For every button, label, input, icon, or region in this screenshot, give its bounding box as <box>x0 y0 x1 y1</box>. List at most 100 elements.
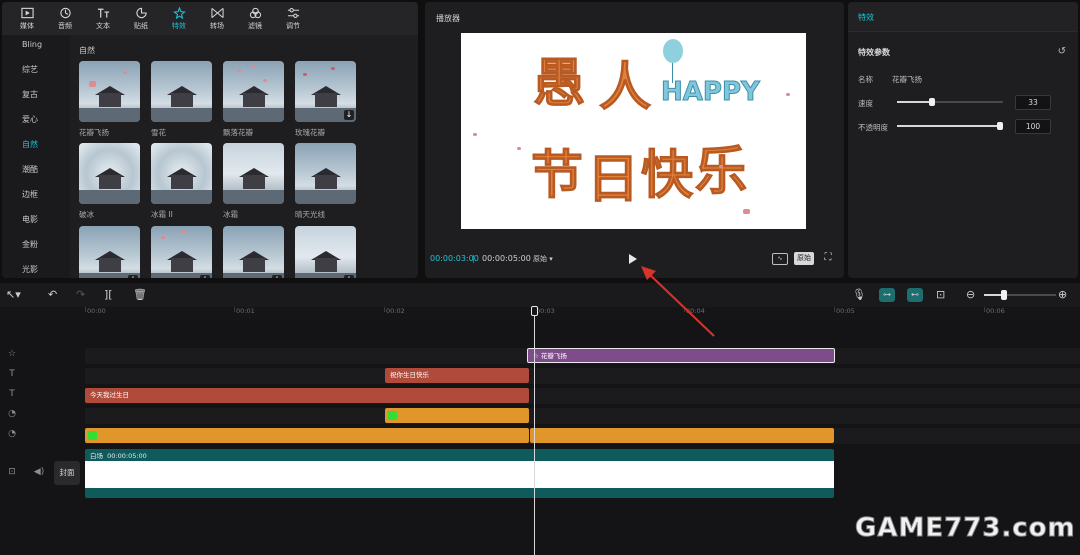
time-ruler[interactable]: 00:00 00:01 00:02 00:03 00:04 00:05 00:0… <box>0 307 1080 321</box>
speed-slider-fill <box>897 101 932 103</box>
text-track <box>85 368 1080 384</box>
opacity-label: 不透明度 <box>858 123 888 132</box>
preview-axis-icon[interactable]: ⊡ <box>936 288 945 302</box>
download-icon[interactable]: ↓ <box>344 275 354 278</box>
subcategory-item[interactable]: 金粉 <box>2 235 70 260</box>
total-time: 00:00:05:00 <box>482 254 531 263</box>
text-icon <box>97 8 109 18</box>
tab-sticker[interactable]: 贴纸 <box>122 2 160 35</box>
microphone-icon[interactable]: 🎙 <box>852 288 866 302</box>
speed-input[interactable]: 33 <box>1015 95 1051 110</box>
tab-filter-label: 滤镜 <box>248 21 262 30</box>
main-clip-frames <box>85 461 834 488</box>
zoom-slider[interactable] <box>984 290 1056 300</box>
effect-tile[interactable]: ↓ <box>223 226 284 278</box>
effect-clip[interactable]: ☆ 花瓣飞扬 <box>527 348 835 363</box>
petal-decoration <box>473 133 477 136</box>
zoom-slider-handle[interactable] <box>1001 290 1007 300</box>
subcategory-item[interactable]: 潮酷 <box>2 160 70 185</box>
opacity-slider[interactable] <box>897 122 1003 130</box>
undo-icon[interactable]: ↶ <box>48 288 57 302</box>
effect-tile[interactable]: 晴天光线 <box>295 143 356 220</box>
sticker-clip[interactable] <box>530 428 834 443</box>
download-icon[interactable]: ↓ <box>272 275 282 278</box>
sticker-clip[interactable] <box>85 428 529 443</box>
fullscreen-icon[interactable]: ⛶ <box>820 252 836 265</box>
effect-thumbnail <box>223 61 284 122</box>
effect-label: 冰霜 <box>223 210 238 219</box>
effect-thumbnail: ↓ <box>295 226 356 278</box>
tab-text[interactable]: 文本 <box>84 2 122 35</box>
reset-icon[interactable]: ↺ <box>1058 46 1066 57</box>
download-icon[interactable]: ↓ <box>200 275 210 278</box>
timeline-toolbar: ↖▾ ↶ ↷ ][ 🗑 🎙 ⊶ ⊷ ⊡ ⊖ ⊕ <box>0 283 1080 307</box>
ruler-label: 00:05 <box>836 307 855 315</box>
opacity-slider-handle[interactable] <box>997 122 1003 130</box>
tab-text-label: 文本 <box>96 21 110 30</box>
snap-icon[interactable]: ⊷ <box>907 288 923 302</box>
playhead[interactable] <box>534 307 535 555</box>
petal-decoration <box>743 209 750 214</box>
subcategory-item[interactable]: 边框 <box>2 185 70 210</box>
delete-icon[interactable]: 🗑 <box>133 288 147 302</box>
tab-adjust[interactable]: 调节 <box>274 2 312 35</box>
sticker-track <box>85 408 1080 424</box>
tab-transition[interactable]: 转场 <box>198 2 236 35</box>
effect-label: 晴天光线 <box>295 210 325 219</box>
ruler-label: 00:02 <box>386 307 405 315</box>
subcategory-item[interactable]: 复古 <box>2 85 70 110</box>
link-icon[interactable]: ⊶ <box>879 288 895 302</box>
ratio-dropdown[interactable]: 原始 ▾ <box>533 254 553 264</box>
playhead-handle[interactable] <box>531 306 538 316</box>
download-icon[interactable]: ↓ <box>128 275 138 278</box>
subcategory-item[interactable]: 爱心 <box>2 110 70 135</box>
tab-effects[interactable]: 特效 <box>160 2 198 35</box>
subcategory-item[interactable]: 光影 <box>2 260 70 278</box>
cover-button[interactable]: 封面 <box>54 461 80 485</box>
zoom-out-icon[interactable]: ⊖ <box>966 288 975 302</box>
play-icon[interactable] <box>628 253 638 265</box>
tab-media[interactable]: 媒体 <box>8 2 46 35</box>
sticker-clip[interactable] <box>385 408 529 423</box>
canvas-char: 快 <box>640 145 693 207</box>
main-video-clip[interactable]: 白场 00:00:05:00 <box>85 449 834 498</box>
tab-filter[interactable]: 滤镜 <box>236 2 274 35</box>
text-clip[interactable]: 祝你生日快乐 <box>385 368 529 383</box>
main-clip-label: 白场 <box>90 452 103 460</box>
speed-slider[interactable] <box>897 98 1003 106</box>
name-label: 名称 <box>858 75 873 84</box>
effect-tile[interactable]: 雪花 <box>151 61 212 138</box>
mute-icon[interactable]: ◀) <box>33 467 45 477</box>
text-clip[interactable]: 今天我过生日 <box>85 388 529 403</box>
preview-canvas[interactable]: 愚 人 节 日 快 乐 HAPPY <box>461 33 806 229</box>
effect-tile[interactable]: ↓ <box>295 226 356 278</box>
subcategory-item-active[interactable]: 自然 <box>2 135 70 160</box>
effect-tile[interactable]: 破冰 <box>79 143 140 220</box>
effect-tile[interactable]: ↓ <box>151 226 212 278</box>
effect-tile[interactable]: 飘落花瓣 <box>223 61 284 138</box>
effect-thumbnail: ↓ <box>223 226 284 278</box>
download-icon[interactable]: ↓ <box>344 110 354 120</box>
subcategory-item[interactable]: 综艺 <box>2 60 70 85</box>
waveform-icon[interactable]: ∿ <box>772 252 788 265</box>
effect-tile[interactable]: ↓ <box>79 226 140 278</box>
tab-audio[interactable]: 音频 <box>46 2 84 35</box>
select-tool-icon[interactable]: ↖▾ <box>6 288 21 302</box>
text-track-icon: T <box>9 389 15 399</box>
original-button[interactable]: 原始 <box>794 252 814 265</box>
effect-tile[interactable]: 花瓣飞扬 <box>79 61 140 138</box>
split-icon[interactable]: ][ <box>104 288 113 302</box>
materials-panel: 媒体 音频 文本 贴纸 特效 转场 滤镜 调节 Bling 综艺 复古 爱心 自… <box>2 2 418 278</box>
opacity-input[interactable]: 100 <box>1015 119 1051 134</box>
effect-tile[interactable]: ↓ 玫瑰花瓣 <box>295 61 356 138</box>
effect-tile[interactable]: 冰霜 II <box>151 143 212 220</box>
redo-icon[interactable]: ↷ <box>76 288 85 302</box>
subcategory-item[interactable]: 电影 <box>2 210 70 235</box>
speed-slider-handle[interactable] <box>929 98 935 106</box>
subcategory-item[interactable]: Bling <box>2 35 70 60</box>
tab-effects-label: 特效 <box>172 21 186 30</box>
effect-tile[interactable]: 冰霜 <box>223 143 284 220</box>
sticker-thumbnail <box>388 411 397 420</box>
zoom-in-icon[interactable]: ⊕ <box>1058 288 1067 302</box>
properties-tab[interactable]: 特效 <box>848 2 1078 32</box>
